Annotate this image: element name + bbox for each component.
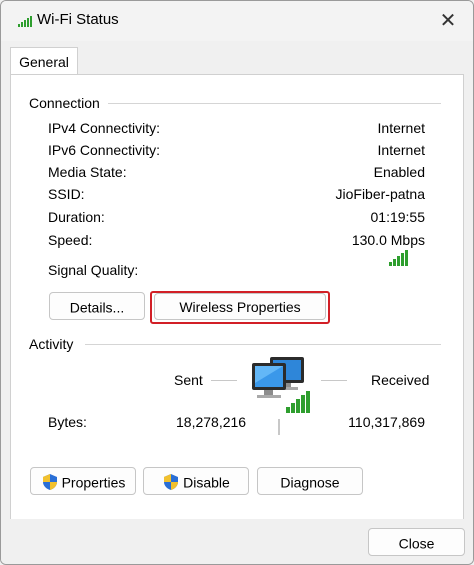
- shield-icon: [164, 474, 179, 491]
- bytes-received-value: 110,317,869: [348, 414, 425, 430]
- signal-quality-icon: [389, 250, 408, 266]
- bytes-sent-value: 18,278,216: [176, 414, 247, 430]
- close-icon[interactable]: ✕: [433, 7, 463, 33]
- bytes-label: Bytes:: [48, 414, 87, 430]
- activity-divider: [85, 344, 441, 345]
- connection-divider: [108, 103, 441, 104]
- duration-value: 01:19:55: [370, 209, 426, 225]
- connection-group-label: Connection: [29, 95, 100, 111]
- activity-group-label: Activity: [29, 336, 74, 352]
- ssid-value: JioFiber-patna: [335, 186, 426, 202]
- ipv6-value: Internet: [377, 142, 425, 158]
- received-line: [321, 380, 347, 381]
- speed-label: Speed:: [48, 232, 93, 248]
- ipv4-value: Internet: [377, 120, 425, 136]
- speed-value: 130.0 Mbps: [351, 232, 425, 248]
- media-state-label: Media State:: [48, 164, 127, 180]
- sent-label: Sent: [174, 372, 203, 388]
- diagnose-button[interactable]: Diagnose: [257, 467, 363, 495]
- duration-label: Duration:: [48, 209, 105, 225]
- signal-quality-label: Signal Quality:: [48, 262, 139, 278]
- ssid-label: SSID:: [48, 186, 85, 202]
- media-state-value: Enabled: [373, 164, 425, 180]
- disable-button[interactable]: Disable: [143, 467, 249, 495]
- shield-icon: [42, 474, 57, 491]
- ipv6-label: IPv6 Connectivity:: [48, 142, 161, 158]
- tab-general[interactable]: General: [10, 47, 78, 76]
- network-computers-icon: [252, 357, 310, 413]
- properties-button[interactable]: Properties: [30, 467, 136, 495]
- close-button[interactable]: Close: [368, 528, 465, 556]
- details-button[interactable]: Details...: [49, 292, 145, 320]
- sent-line: [211, 380, 237, 381]
- window-title: Wi-Fi Status: [37, 11, 119, 28]
- activity-separator: [278, 419, 280, 435]
- received-label: Received: [371, 372, 430, 388]
- ipv4-label: IPv4 Connectivity:: [48, 120, 161, 136]
- wifi-signal-icon: [18, 16, 32, 27]
- wifi-status-window: Wi-Fi Status ✕ General Connection IPv4 C…: [0, 0, 474, 565]
- title-bar: Wi-Fi Status ✕: [1, 1, 473, 41]
- wireless-properties-button[interactable]: Wireless Properties: [154, 293, 326, 320]
